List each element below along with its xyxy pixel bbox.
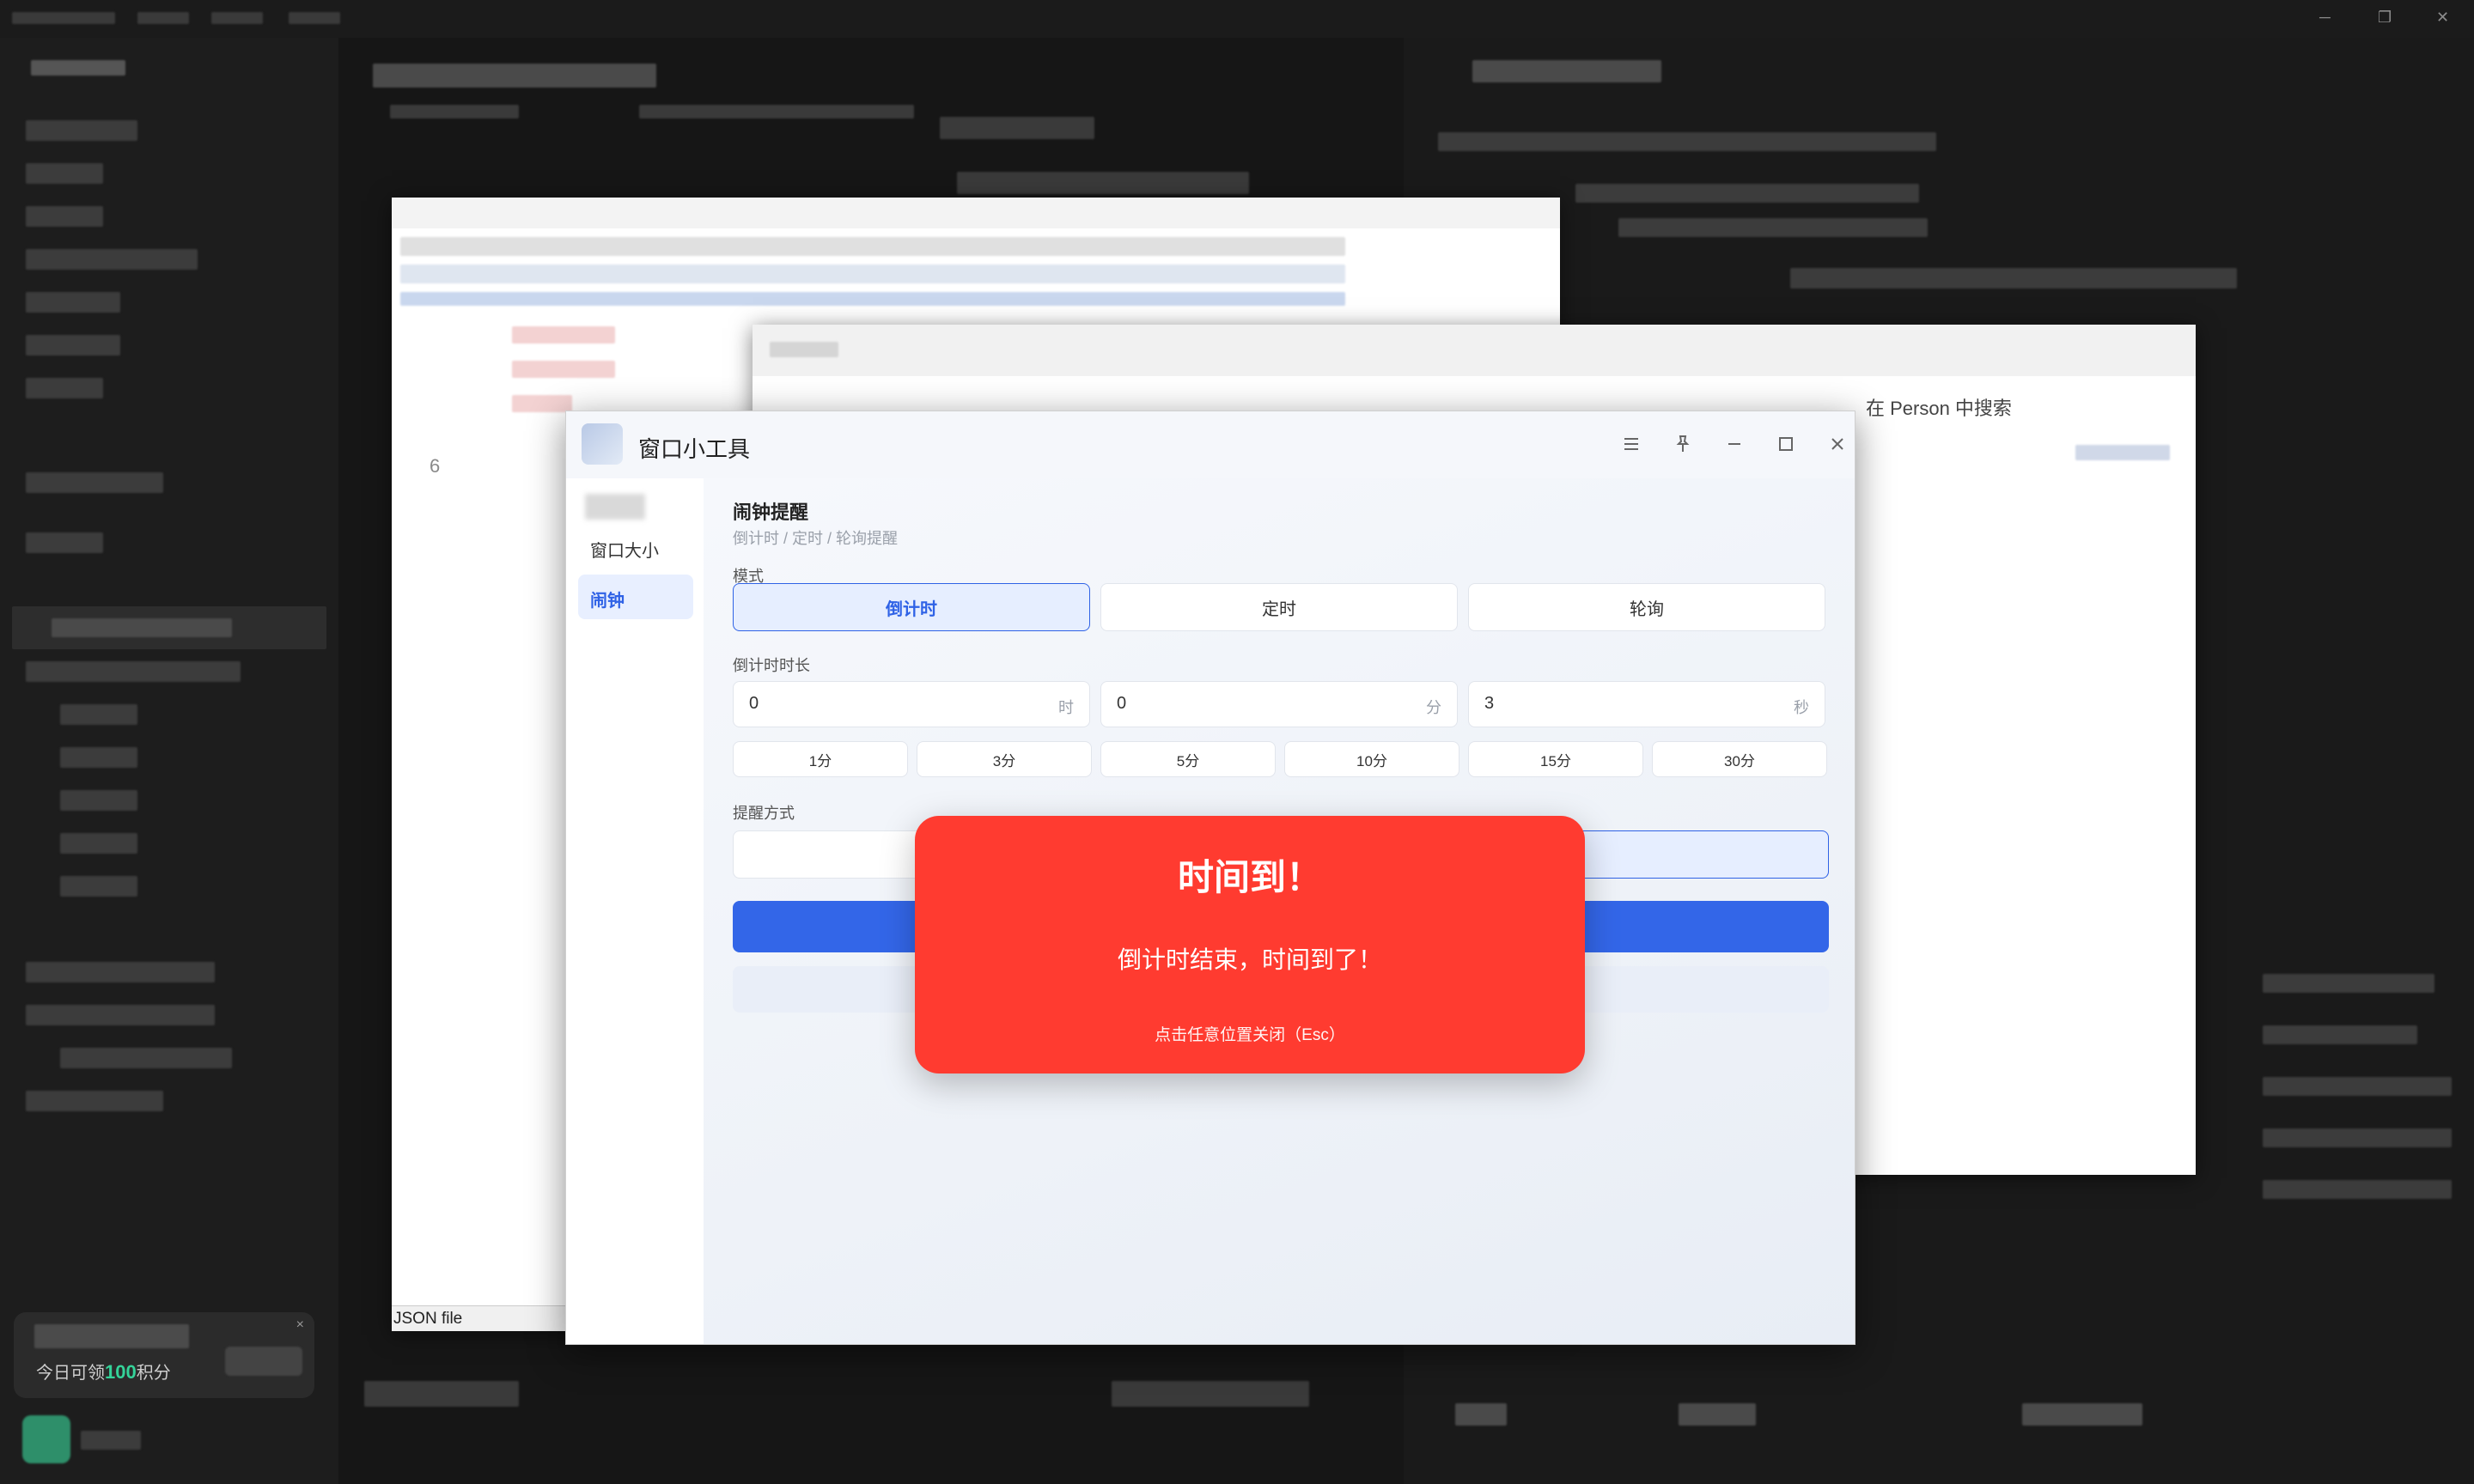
editor-line-number: 6 [430, 455, 441, 477]
minutes-value: 0 [1117, 694, 1127, 713]
promo-text: 今日可领100积分 [36, 1361, 171, 1383]
mode-countdown-button[interactable]: 倒计时 [733, 583, 1090, 631]
nav-item-alarm[interactable]: 闹钟 [578, 575, 693, 619]
close-icon[interactable] [1820, 427, 1855, 461]
nav-item-window-size[interactable]: 窗口大小 [578, 525, 693, 569]
duration-label: 倒计时时长 [733, 657, 810, 674]
seconds-value: 3 [1484, 694, 1495, 713]
section-title: 闹钟提醒 [733, 502, 809, 523]
nav-item-obscured[interactable] [585, 494, 645, 520]
preset-1min-button[interactable]: 1分 [733, 741, 908, 777]
window2-tabbar [753, 325, 2196, 376]
minutes-input[interactable]: 0 分 [1100, 681, 1458, 727]
hours-unit: 时 [1058, 699, 1074, 716]
ide-minimize-icon[interactable]: ─ [2319, 9, 2331, 27]
editor-titlebar [392, 198, 1560, 228]
alarm-close-hint: 点击任意位置关闭（Esc） [1155, 1026, 1345, 1044]
minutes-unit: 分 [1426, 699, 1441, 716]
minimize-icon[interactable] [1717, 427, 1752, 461]
hours-value: 0 [749, 694, 759, 713]
hours-input[interactable]: 0 时 [733, 681, 1090, 727]
ide-sidebar [0, 38, 338, 1484]
pin-icon[interactable] [1666, 427, 1700, 461]
mode-polling-button[interactable]: 轮询 [1468, 583, 1825, 631]
alarm-message: 倒计时结束，时间到了！ [1117, 946, 1382, 973]
side-nav: 窗口大小 闹钟 [566, 478, 704, 1344]
seconds-unit: 秒 [1794, 699, 1809, 716]
maximize-icon[interactable] [1769, 427, 1803, 461]
alarm-title: 时间到！ [1177, 857, 1322, 897]
ide-titlebar: ─ ❐ ✕ [0, 0, 2474, 38]
preset-10min-button[interactable]: 10分 [1284, 741, 1459, 777]
preset-5min-button[interactable]: 5分 [1100, 741, 1276, 777]
promo-close-icon[interactable]: × [296, 1317, 304, 1333]
ide-restore-icon[interactable]: ❐ [2378, 9, 2392, 27]
app-title: 窗口小工具 [638, 436, 751, 462]
window2-search-label: 在 Person 中搜索 [1866, 398, 2012, 419]
menu-icon[interactable] [1614, 427, 1648, 461]
section-subtitle: 倒计时 / 定时 / 轮询提醒 [733, 530, 899, 547]
remind-method-label: 提醒方式 [733, 805, 795, 822]
seconds-input[interactable]: 3 秒 [1468, 681, 1825, 727]
preset-15min-button[interactable]: 15分 [1468, 741, 1643, 777]
points-promo-card[interactable]: 今日可领100积分 × [14, 1312, 314, 1398]
preset-30min-button[interactable]: 30分 [1652, 741, 1827, 777]
alarm-popup[interactable]: 时间到！ 倒计时结束，时间到了！ 点击任意位置关闭（Esc） [915, 816, 1585, 1073]
mode-scheduled-button[interactable]: 定时 [1100, 583, 1458, 631]
preset-3min-button[interactable]: 3分 [917, 741, 1092, 777]
ide-close-icon[interactable]: ✕ [2436, 9, 2449, 27]
app-logo-icon [582, 423, 623, 465]
titlebar: 窗口小工具 [566, 411, 1855, 478]
